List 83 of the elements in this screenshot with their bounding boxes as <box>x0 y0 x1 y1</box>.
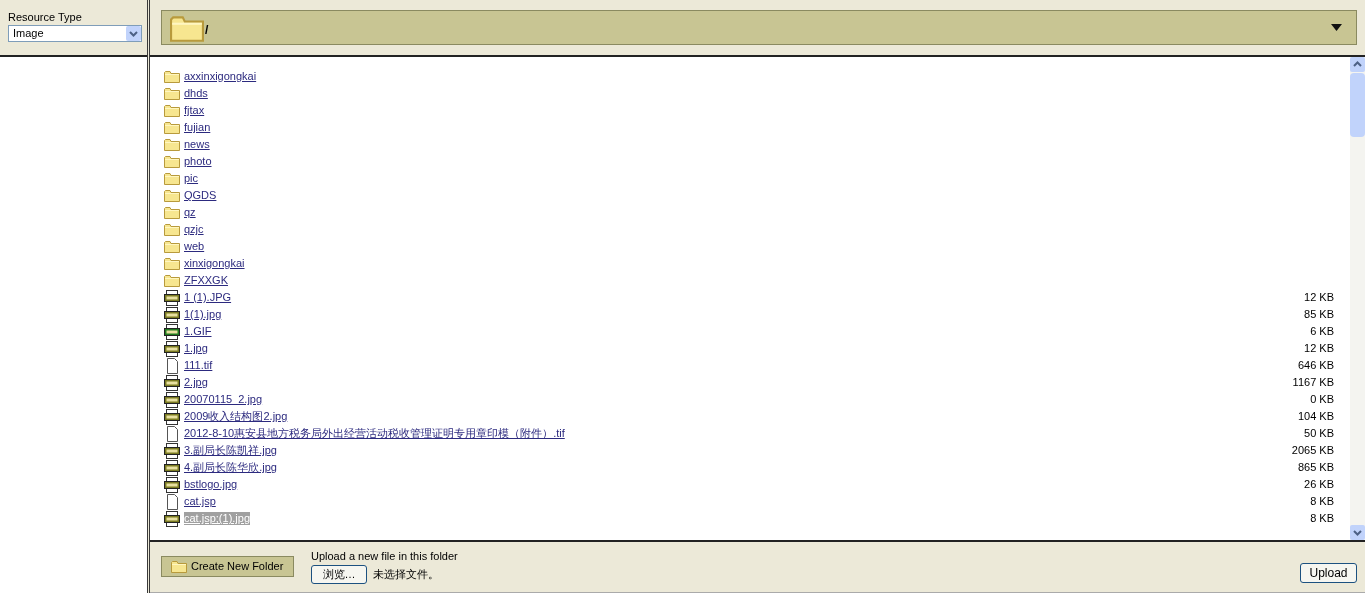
file-size: 26 KB <box>1304 477 1334 493</box>
file-link[interactable]: 1 (1).JPG <box>184 291 232 304</box>
folder-link[interactable]: fujian <box>184 121 211 134</box>
image-file-icon <box>164 323 180 340</box>
resource-type-select[interactable]: Image <box>8 25 142 42</box>
scroll-thumb[interactable] <box>1350 73 1365 137</box>
file-size: 8 KB <box>1310 511 1334 527</box>
scroll-down-icon[interactable] <box>1350 525 1365 540</box>
folder-icon <box>164 138 180 151</box>
scroll-up-icon[interactable] <box>1350 57 1365 72</box>
no-file-text: 未选择文件。 <box>373 567 439 583</box>
file-icon <box>164 425 180 442</box>
folder-icon <box>164 172 180 185</box>
folder-icon <box>170 13 204 42</box>
dropdown-arrow-icon[interactable] <box>1331 24 1342 31</box>
current-path: / <box>205 21 209 39</box>
folder-link[interactable]: dhds <box>184 87 208 100</box>
folder-icon <box>164 189 180 202</box>
folder-icon <box>164 104 180 117</box>
file-link[interactable]: cat.jsp <box>184 495 216 508</box>
file-size: 50 KB <box>1304 426 1334 442</box>
file-size: 104 KB <box>1297 409 1334 425</box>
image-file-icon <box>164 510 180 527</box>
file-link[interactable]: bstlogo.jpg <box>184 478 238 491</box>
folder-link[interactable]: QGDS <box>184 189 217 202</box>
image-file-icon <box>164 476 180 493</box>
folder-link[interactable]: fjtax <box>184 104 205 117</box>
path-bar[interactable]: / <box>161 10 1357 45</box>
upload-label: Upload a new file in this folder <box>311 549 458 563</box>
resource-type-label: Resource Type <box>8 10 83 24</box>
file-link[interactable]: 4.副局长陈华欣.jpg <box>184 461 277 474</box>
folder-link[interactable]: news <box>184 138 210 151</box>
file-size: 865 KB <box>1297 460 1334 476</box>
image-file-icon <box>164 374 180 391</box>
file-size: 8 KB <box>1310 494 1334 510</box>
file-link[interactable]: 20070115_2.jpg <box>184 393 263 406</box>
file-link[interactable]: 2009收入结构图2.jpg <box>184 410 288 423</box>
file-size: 6 KB <box>1310 324 1334 340</box>
image-file-icon <box>164 408 180 425</box>
folder-link[interactable]: ZFXXGK <box>184 274 228 287</box>
image-file-icon <box>164 289 180 306</box>
file-size: 1167 KB <box>1292 375 1334 391</box>
folder-link[interactable]: qzjc <box>184 223 204 236</box>
folder-icon <box>164 206 180 219</box>
create-folder-button[interactable]: Create New Folder <box>161 556 294 577</box>
file-link[interactable]: 2012-8-10惠安县地方税务局外出经营活动税收管理证明专用章印模（附件）.tif <box>184 427 565 440</box>
upload-button[interactable]: Upload <box>1300 563 1357 583</box>
scrollbar[interactable] <box>1350 57 1365 540</box>
file-size: 0 KB <box>1310 392 1334 408</box>
file-size: 646 KB <box>1297 358 1334 374</box>
browse-button[interactable]: 浏览… <box>311 565 367 584</box>
file-icon <box>164 493 180 510</box>
folder-link[interactable]: xinxigongkai <box>184 257 245 270</box>
folder-icon <box>164 223 180 236</box>
folder-icon <box>164 274 180 287</box>
file-link[interactable]: 1.GIF <box>184 325 212 338</box>
folder-icon <box>164 70 180 83</box>
file-size: 2065 KB <box>1291 443 1334 459</box>
folder-icon <box>164 155 180 168</box>
file-link[interactable]: 1.jpg <box>184 342 208 355</box>
image-file-icon <box>164 391 180 408</box>
image-file-icon <box>164 340 180 357</box>
folder-icon <box>164 121 180 134</box>
image-file-icon <box>164 459 180 476</box>
folder-link[interactable]: qz <box>184 206 196 219</box>
folder-link[interactable]: web <box>184 240 205 253</box>
file-size: 85 KB <box>1304 307 1334 323</box>
folder-icon <box>164 240 180 253</box>
file-link[interactable]: 111.tif <box>184 359 213 372</box>
image-file-icon <box>164 442 180 459</box>
folder-link[interactable]: pic <box>184 172 199 185</box>
folder-link[interactable]: photo <box>184 155 212 168</box>
file-link[interactable]: 2.jpg <box>184 376 208 389</box>
folder-icon <box>164 257 180 270</box>
image-file-icon <box>164 306 180 323</box>
file-size: 12 KB <box>1304 341 1334 357</box>
file-link[interactable]: 1(1).jpg <box>184 308 222 321</box>
folder-link[interactable]: axxinxigongkai <box>184 70 257 83</box>
file-size: 12 KB <box>1304 290 1334 306</box>
file-link[interactable]: 3.副局长陈凯祥.jpg <box>184 444 277 457</box>
file-icon <box>164 357 180 374</box>
folder-icon <box>164 87 180 100</box>
folder-icon <box>171 560 187 573</box>
